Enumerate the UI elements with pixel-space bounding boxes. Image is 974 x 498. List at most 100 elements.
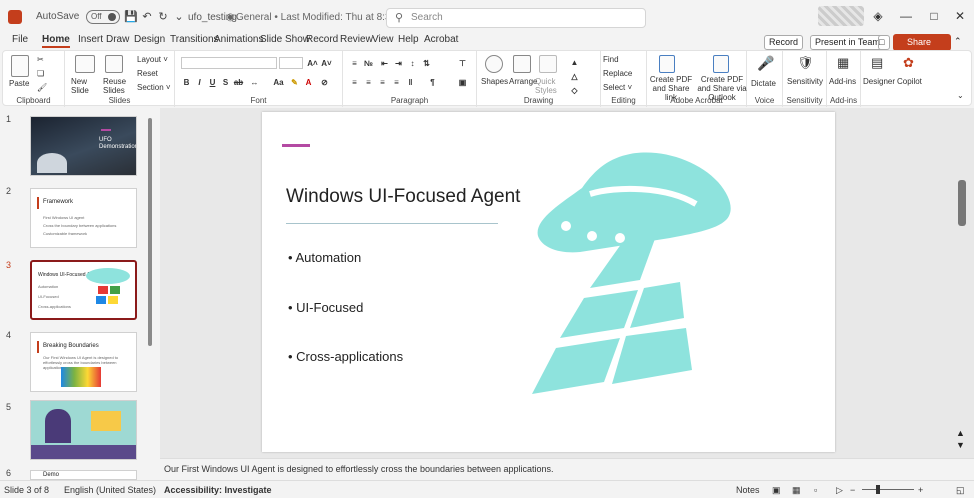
sensitivity-button[interactable]: Sensitivity — [787, 77, 823, 86]
reset-button[interactable]: Reset — [137, 69, 158, 78]
zoom-slider-thumb[interactable] — [876, 485, 880, 494]
decrease-indent-icon[interactable]: ⇤ — [379, 58, 390, 69]
bullets-icon[interactable]: ≡ — [349, 58, 360, 69]
paragraph-settings-icon[interactable]: ¶ — [427, 77, 438, 88]
arrange-button[interactable]: Arrange — [509, 77, 537, 86]
layout-button[interactable]: Layout ˅ — [137, 55, 168, 64]
quick-styles-icon[interactable] — [539, 55, 557, 73]
zoom-out-icon[interactable]: − — [850, 485, 855, 495]
new-slide-icon[interactable] — [75, 55, 95, 73]
record-button[interactable]: Record — [764, 35, 804, 50]
tab-design[interactable]: Design — [134, 34, 165, 45]
strikethrough-icon[interactable]: ab — [233, 77, 244, 88]
copy-icon[interactable]: ❏ — [37, 69, 44, 78]
paste-button[interactable]: Paste — [9, 79, 29, 88]
dictate-button[interactable]: Dictate — [751, 79, 776, 88]
tab-help[interactable]: Help — [398, 34, 419, 45]
bold-icon[interactable]: B — [181, 77, 192, 88]
thumbnail-slide-3[interactable]: Windows UI-Focused Agent Automation UI-F… — [30, 260, 137, 320]
shape-effects-icon[interactable]: ◇ — [569, 85, 580, 96]
thumbnails-scrollbar[interactable] — [148, 118, 152, 346]
undo-icon[interactable]: ↶ — [140, 10, 154, 24]
tab-draw[interactable]: Draw — [106, 34, 129, 45]
new-slide-button[interactable]: New Slide — [71, 77, 101, 95]
tab-file[interactable]: File — [12, 34, 28, 45]
reading-view-icon[interactable]: ▫ — [814, 485, 817, 495]
zoom-in-icon[interactable]: + — [918, 485, 923, 495]
slide-title[interactable]: Windows UI-Focused Agent — [286, 186, 520, 208]
tab-review[interactable]: Review — [340, 34, 373, 45]
tab-transitions[interactable]: Transitions — [170, 34, 219, 45]
align-right-icon[interactable]: ≡ — [377, 77, 388, 88]
designer-button[interactable]: Designer — [863, 77, 895, 86]
slide-sorter-icon[interactable]: ▦ — [792, 485, 801, 496]
collapse-ribbon-icon[interactable]: ⌃ — [954, 35, 968, 50]
addins-button[interactable]: Add-ins — [829, 77, 856, 86]
ribbon-display-options-icon[interactable]: ⌄ — [957, 91, 964, 100]
current-slide[interactable]: Windows UI-Focused Agent • Automation • … — [262, 112, 835, 452]
fit-to-window-icon[interactable]: ◱ — [956, 485, 965, 496]
shapes-icon[interactable] — [485, 55, 503, 73]
italic-icon[interactable]: I — [194, 77, 205, 88]
reuse-slides-icon[interactable] — [105, 55, 123, 73]
center-icon[interactable]: ≡ — [363, 77, 374, 88]
font-name-dropdown[interactable] — [181, 57, 277, 69]
text-direction-icon[interactable]: ⇅ — [421, 58, 432, 69]
notes-toggle-button[interactable]: Notes — [736, 485, 760, 495]
share-button[interactable]: Share — [893, 34, 951, 51]
ufo-illustration[interactable] — [520, 142, 750, 412]
replace-button[interactable]: Replace — [603, 69, 632, 78]
next-slide-icon[interactable]: ▼ — [956, 440, 965, 450]
comments-icon[interactable]: □ — [878, 35, 890, 50]
thumbnail-slide-1[interactable]: UFO Demonstration — [30, 116, 137, 176]
highlight-color-icon[interactable]: ✎ — [289, 77, 300, 88]
sensitivity-icon[interactable]: 🛡 — [797, 55, 814, 71]
tab-animations[interactable]: Animations — [214, 34, 263, 45]
line-spacing-icon[interactable]: ↕ — [407, 58, 418, 69]
autosave-toggle[interactable]: Off — [86, 10, 120, 24]
copilot-ribbon-icon[interactable]: ✿ — [903, 55, 914, 71]
speaker-notes[interactable]: Our First Windows UI Agent is designed t… — [160, 458, 974, 478]
tab-insert[interactable]: Insert — [78, 34, 103, 45]
zoom-slider[interactable] — [862, 489, 914, 490]
shape-outline-icon[interactable]: △ — [569, 71, 580, 82]
numbering-icon[interactable]: № — [363, 58, 374, 69]
copilot-button[interactable]: Copilot — [897, 77, 922, 86]
decrease-font-size-icon[interactable]: A˅ — [321, 58, 332, 69]
paste-icon[interactable] — [11, 55, 29, 77]
section-button[interactable]: Section ˅ — [137, 83, 171, 92]
slide-scrollbar[interactable] — [958, 180, 966, 226]
change-case-icon[interactable]: Aa — [273, 77, 284, 88]
search-box[interactable]: ⚲ Search — [386, 8, 646, 28]
redo-icon[interactable]: ↻ — [156, 10, 170, 24]
quick-styles-button[interactable]: Quick Styles — [535, 77, 565, 95]
font-size-dropdown[interactable] — [279, 57, 303, 69]
save-icon[interactable]: 💾 — [124, 10, 138, 24]
shadow-icon[interactable]: S — [220, 77, 231, 88]
justify-icon[interactable]: ≡ — [391, 77, 402, 88]
increase-font-size-icon[interactable]: A˄ — [307, 58, 318, 69]
slideshow-view-icon[interactable]: ▷ — [836, 485, 843, 496]
dictate-icon[interactable]: 🎤 — [757, 55, 774, 72]
tab-acrobat[interactable]: Acrobat — [424, 34, 458, 45]
accessibility-status[interactable]: Accessibility: Investigate — [164, 485, 272, 495]
clear-formatting-icon[interactable]: ⊘ — [319, 77, 330, 88]
bullet-item[interactable]: • Automation — [288, 250, 361, 265]
user-avatar[interactable] — [818, 6, 864, 26]
cut-icon[interactable]: ✂ — [37, 55, 44, 64]
copilot-icon[interactable]: ◈ — [870, 8, 886, 24]
increase-indent-icon[interactable]: ⇥ — [393, 58, 404, 69]
create-pdf-outlook-icon[interactable] — [713, 55, 729, 73]
tab-view[interactable]: View — [372, 34, 394, 45]
select-button[interactable]: Select ˅ — [603, 83, 632, 92]
tab-record[interactable]: Record — [306, 34, 338, 45]
close-icon[interactable]: ✕ — [952, 8, 968, 24]
format-painter-icon[interactable]: 🖌 — [37, 83, 47, 92]
customize-qat-icon[interactable]: ⌄ — [172, 10, 186, 24]
reuse-slides-button[interactable]: Reuse Slides — [103, 77, 133, 95]
language-status[interactable]: English (United States) — [64, 485, 156, 495]
font-color-icon[interactable]: A — [303, 77, 314, 88]
character-spacing-icon[interactable]: ↔ — [249, 77, 260, 88]
addins-icon[interactable]: ▦ — [837, 55, 849, 71]
minimize-icon[interactable]: — — [898, 8, 914, 24]
